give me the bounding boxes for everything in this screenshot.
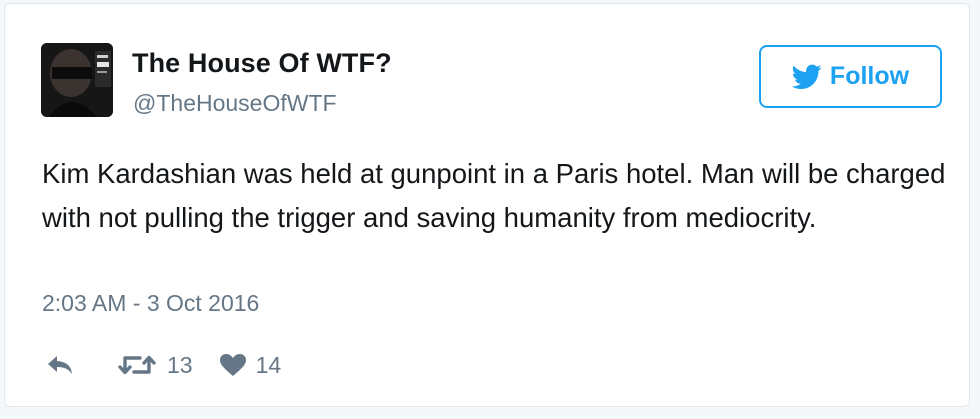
user-handle[interactable]: @TheHouseOfWTF [133, 90, 337, 117]
follow-button[interactable]: Follow [759, 45, 942, 108]
tweet-text: Kim Kardashian was held at gunpoint in a… [42, 158, 946, 233]
user-display-name[interactable]: The House Of WTF? [132, 48, 392, 79]
tweet-card: The House Of WTF? @TheHouseOfWTF Follow … [4, 3, 970, 407]
reply-button[interactable] [45, 353, 79, 377]
masked-figure-avatar-image [41, 43, 113, 117]
retweet-icon [118, 355, 156, 375]
like-button[interactable]: 14 [219, 351, 282, 379]
like-count: 14 [255, 351, 282, 378]
tweet-timestamp[interactable]: 2:03 AM - 3 Oct 2016 [42, 290, 259, 317]
reply-icon [48, 356, 72, 374]
tweet-actions: 13 14 [45, 347, 281, 383]
heart-icon [219, 354, 246, 376]
retweet-button[interactable]: 13 [117, 352, 193, 379]
user-avatar[interactable] [41, 43, 113, 117]
follow-button-label: Follow [829, 62, 910, 90]
retweet-count: 13 [167, 351, 193, 378]
twitter-bird-icon [791, 64, 822, 89]
